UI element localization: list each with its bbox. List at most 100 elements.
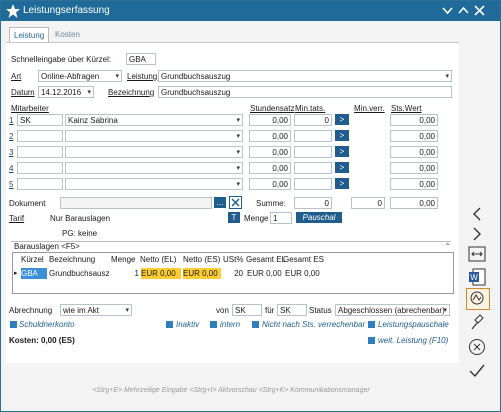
von-input[interactable]: SK <box>232 304 262 316</box>
kosten-total: Kosten: 0,00 (ES) <box>9 336 75 345</box>
stundensatz-input[interactable]: 0,00 <box>249 146 291 158</box>
barauslagen-title: Barauslagen <F5> <box>14 242 80 251</box>
column-header: Gesamt EL <box>246 255 287 264</box>
bezeichnung-input[interactable]: Grundbuchsauszug <box>158 86 452 98</box>
mitarbeiter-kuerzel-input[interactable] <box>17 178 63 190</box>
table-cell[interactable]: EUR 0,00 <box>247 268 282 279</box>
dokument-browse-button[interactable]: ... <box>214 197 226 208</box>
fuer-input[interactable]: SK <box>277 304 307 316</box>
tarif-value[interactable]: Nur Barauslagen <box>50 214 110 223</box>
table-cell[interactable]: 20 <box>223 268 243 279</box>
intern-checkbox[interactable] <box>210 321 217 328</box>
row-number: 2 <box>9 132 14 141</box>
min-tats-input[interactable] <box>294 178 332 190</box>
table-cell[interactable]: EUR 0,00 <box>183 268 221 279</box>
sts-wert-input[interactable]: 0,00 <box>390 130 438 142</box>
table-cell[interactable]: Grundbuchsausz <box>49 268 109 279</box>
sign-document-icon[interactable] <box>466 288 490 310</box>
transfer-button[interactable]: > <box>335 178 349 189</box>
sts-wert-input[interactable]: 0,00 <box>390 162 438 174</box>
weitere-leistung-checkbox[interactable] <box>368 337 375 344</box>
sts-wert-input[interactable]: 0,00 <box>390 146 438 158</box>
stundensatz-input[interactable]: 0,00 <box>249 130 291 142</box>
table-cell[interactable]: GBA <box>21 268 47 279</box>
chevron-left-icon[interactable] <box>469 206 485 224</box>
min-tats-input[interactable] <box>294 146 332 158</box>
tarif-button[interactable]: T <box>228 212 240 223</box>
table-cell[interactable]: EUR 0,00 <box>285 268 320 279</box>
min-tats-input[interactable]: 0 <box>294 114 332 126</box>
nicht-verrechenbar-checkbox[interactable] <box>252 321 259 328</box>
mitarbeiter-kuerzel-input[interactable] <box>17 162 63 174</box>
mitarbeiter-header: Mitarbeiter <box>11 104 49 113</box>
column-header: Kürzel <box>21 255 44 264</box>
tarif-label: Tarif <box>9 214 25 223</box>
sts-wert-input[interactable]: 0,00 <box>390 114 438 126</box>
datum-label: Datum <box>11 88 35 97</box>
row-number: 1 <box>9 116 14 125</box>
collapse-icon[interactable]: ⌃ <box>444 242 451 251</box>
cancel-icon[interactable] <box>468 338 486 358</box>
column-header: Bezeichnung <box>49 255 96 264</box>
barauslagen-header[interactable]: Barauslagen <F5> ⌃ <box>11 241 451 251</box>
transfer-button[interactable]: > <box>335 162 349 173</box>
schuldnerkonto-checkbox[interactable] <box>10 321 17 328</box>
mitarbeiter-kuerzel-input[interactable] <box>17 130 63 142</box>
abrechnung-select[interactable]: wie im Akt <box>60 304 132 316</box>
leistungserfassung-window: Leistungserfassung Leistung Kosten Schne… <box>0 0 501 412</box>
inaktiv-checkbox[interactable] <box>166 321 173 328</box>
window-title: Leistungserfassung <box>23 5 110 16</box>
quick-entry-input[interactable]: GBA <box>126 53 156 65</box>
close-icon[interactable] <box>473 4 486 17</box>
mitarbeiter-name-select[interactable] <box>65 178 243 190</box>
chevron-up-icon[interactable] <box>457 4 470 17</box>
min-tats-input[interactable] <box>294 130 332 142</box>
stundensatz-input[interactable]: 0,00 <box>249 114 291 126</box>
expand-width-icon[interactable] <box>468 246 486 264</box>
art-select[interactable]: Online-Abfragen <box>38 70 122 82</box>
chevron-right-icon[interactable] <box>469 226 485 244</box>
row-number: 3 <box>9 148 14 157</box>
stundensatz-input[interactable]: 0,00 <box>249 178 291 190</box>
status-select[interactable]: Abgeschlossen (abrechenbar) <box>335 304 450 316</box>
tab-leistung[interactable]: Leistung <box>9 27 50 43</box>
sts-wert-input[interactable]: 0,00 <box>390 178 438 190</box>
menge-label: Menge <box>244 214 269 223</box>
nicht-verrechenbar-label: Nicht nach Sts. verrechenbar <box>262 320 366 329</box>
transfer-button[interactable]: > <box>335 130 349 141</box>
von-label: von <box>216 306 229 315</box>
bezeichnung-label: Bezeichnung <box>108 88 155 97</box>
dokument-input[interactable] <box>60 197 212 209</box>
pin-icon[interactable] <box>469 313 485 333</box>
mitarbeiter-name-select[interactable] <box>65 130 243 142</box>
leistung-label: Leistung <box>127 72 158 81</box>
pauschal-button[interactable]: Pauschal <box>296 212 342 223</box>
dokument-clear-button[interactable] <box>229 196 242 209</box>
transfer-button[interactable]: > <box>335 146 349 157</box>
chevron-down-icon[interactable] <box>441 4 454 17</box>
datum-input[interactable]: 14.12.2016 <box>38 86 94 98</box>
min-tats-header: Min.tats. <box>295 104 326 113</box>
stundensatz-header: Stundensatz <box>250 104 295 113</box>
leistung-select[interactable]: Grundbuchsauszug <box>158 70 452 82</box>
mitarbeiter-kuerzel-input[interactable]: SK <box>17 114 63 126</box>
schuldnerkonto-label: Schuldnerkonto <box>19 320 75 329</box>
table-cell[interactable]: 1 <box>111 268 139 279</box>
row-pointer-icon: ▸ <box>14 270 18 277</box>
tab-kosten[interactable]: Kosten <box>51 27 84 43</box>
menge-input[interactable]: 1 <box>270 212 292 224</box>
mitarbeiter-name-select[interactable]: Kainz Sabrina <box>65 114 243 126</box>
stundensatz-input[interactable]: 0,00 <box>249 162 291 174</box>
row-number: 4 <box>9 164 14 173</box>
mitarbeiter-kuerzel-input[interactable] <box>17 146 63 158</box>
table-cell[interactable]: EUR 0,00 <box>141 268 181 279</box>
pauschale-checkbox[interactable] <box>368 321 375 328</box>
checkmark-icon[interactable] <box>468 363 486 381</box>
intern-label: intern <box>220 320 241 329</box>
mitarbeiter-name-select[interactable] <box>65 162 243 174</box>
mitarbeiter-name-select[interactable] <box>65 146 243 158</box>
action-sidebar: W <box>461 21 500 411</box>
transfer-button[interactable]: > <box>335 114 349 125</box>
min-tats-input[interactable] <box>294 162 332 174</box>
word-document-icon[interactable]: W <box>468 268 486 288</box>
